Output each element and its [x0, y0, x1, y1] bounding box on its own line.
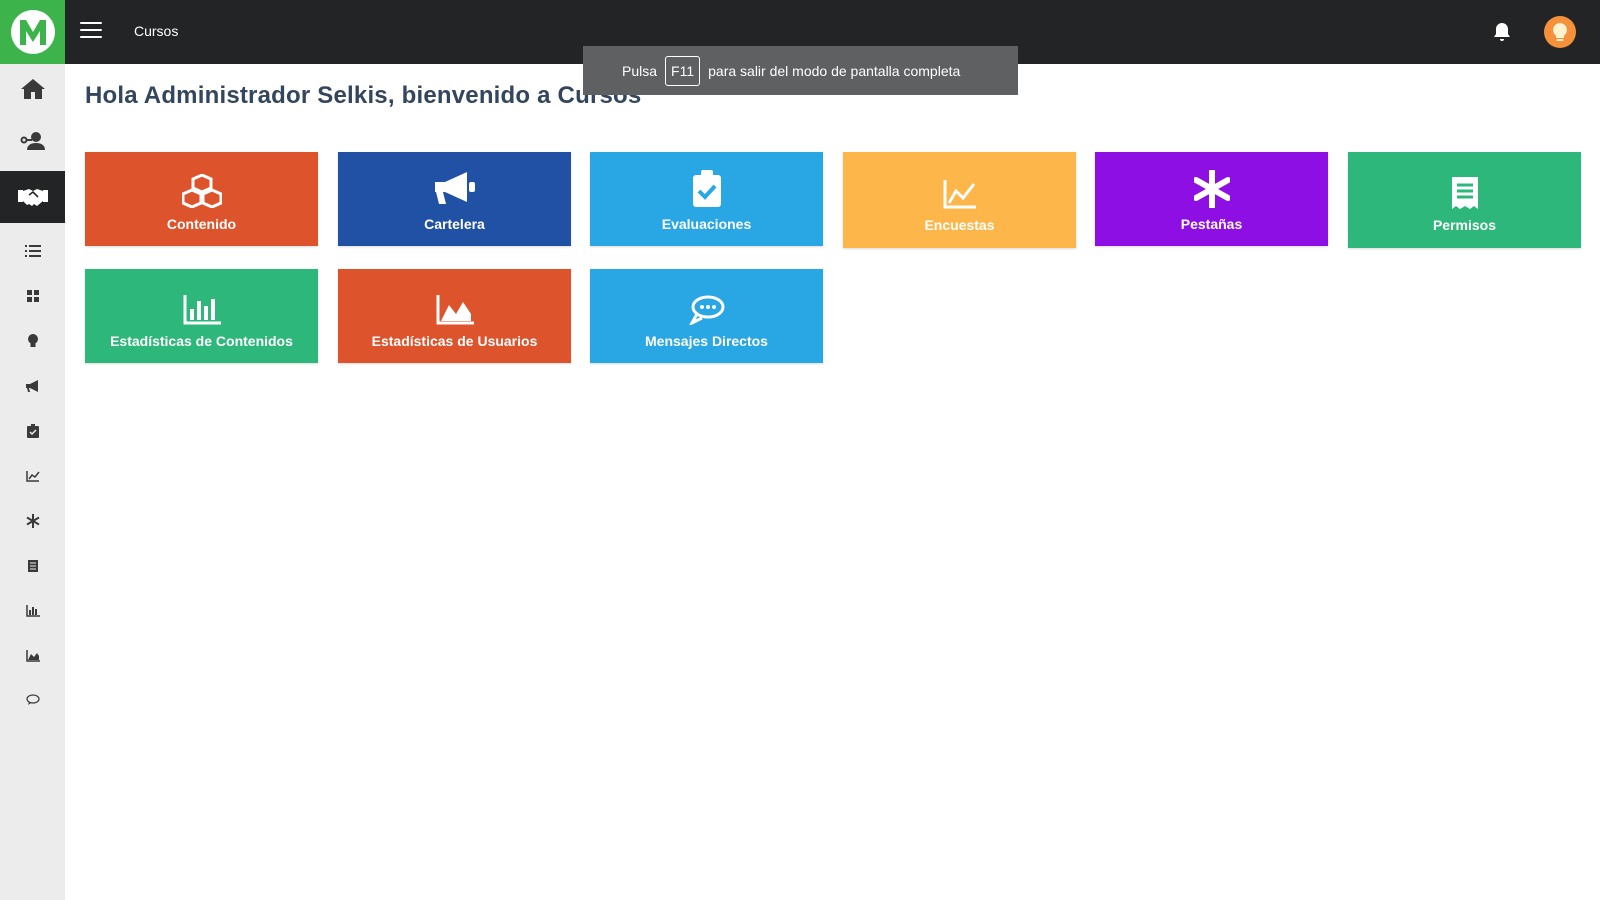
- chart-line-icon: [943, 180, 976, 209]
- tile-label: Pestañas: [1180, 216, 1243, 232]
- tile-encuestas[interactable]: Encuestas: [843, 152, 1076, 248]
- tile-label: Estadísticas de Contenidos: [110, 333, 293, 349]
- toast-suffix: para salir del modo de pantalla completa: [708, 62, 961, 79]
- tile-cartelera[interactable]: Cartelera: [338, 152, 571, 246]
- user-avatar[interactable]: [1544, 16, 1576, 48]
- tile-estadisticas-usuarios[interactable]: Estadísticas de Usuarios: [338, 269, 571, 363]
- tile-label: Permisos: [1432, 217, 1497, 233]
- toast-key: F11: [665, 55, 701, 86]
- menu-toggle-button[interactable]: [80, 22, 102, 42]
- chart-line-icon: [25, 471, 40, 482]
- sidebar-item-content-stats[interactable]: [0, 591, 65, 631]
- sidebar-item-permissions[interactable]: [0, 546, 65, 586]
- receipt-icon: [27, 560, 38, 572]
- sidebar-item-surveys[interactable]: [0, 456, 65, 496]
- bell-icon[interactable]: [1490, 20, 1514, 44]
- asterisk-icon: [1193, 170, 1230, 208]
- welcome-heading: Hola Administrador Selkis, bienvenido a …: [85, 82, 642, 109]
- cubes-icon: [181, 174, 222, 208]
- tile-label: Cartelera: [424, 216, 485, 232]
- sidebar-item-evaluations[interactable]: [0, 411, 65, 451]
- tile-permisos[interactable]: Permisos: [1348, 152, 1581, 248]
- clipboard-check-icon: [26, 424, 39, 438]
- asterisk-icon: [25, 514, 40, 528]
- tile-evaluaciones[interactable]: Evaluaciones: [590, 152, 823, 246]
- sidebar-item-ideas[interactable]: [0, 321, 65, 361]
- fullscreen-exit-toast: Pulsa F11 para salir del modo de pantall…: [583, 46, 1018, 95]
- app-logo[interactable]: [0, 0, 65, 64]
- sidebar-item-billboard[interactable]: [0, 366, 65, 406]
- sidebar-item-user-stats[interactable]: [0, 636, 65, 676]
- logo-m-icon: [10, 10, 55, 54]
- megaphone-icon: [434, 172, 475, 204]
- home-icon: [20, 79, 45, 99]
- sidebar-item-tabs[interactable]: [0, 501, 65, 541]
- lightbulb-icon: [1553, 23, 1567, 41]
- sidebar: [0, 64, 65, 900]
- list-icon: [24, 245, 41, 257]
- megaphone-icon: [25, 380, 38, 392]
- toast-prefix: Pulsa: [622, 62, 658, 79]
- tile-mensajes-directos[interactable]: Mensajes Directos: [590, 269, 823, 363]
- sidebar-item-courses[interactable]: [0, 171, 65, 223]
- sidebar-item-list[interactable]: [0, 231, 65, 271]
- user-key-icon: [20, 132, 45, 150]
- tile-label: Estadísticas de Usuarios: [371, 333, 538, 349]
- handshake-icon: [17, 189, 48, 206]
- tile-label: Contenido: [166, 216, 237, 232]
- page-title: Cursos: [134, 23, 179, 39]
- area-chart-icon: [436, 295, 474, 325]
- chat-icon: [25, 694, 40, 705]
- bar-chart-icon: [183, 295, 221, 325]
- sidebar-item-content[interactable]: [0, 276, 65, 316]
- lightbulb-icon: [27, 334, 38, 347]
- cubes-icon: [26, 290, 39, 302]
- receipt-icon: [1451, 177, 1478, 209]
- chat-icon: [688, 295, 724, 325]
- tile-contenido[interactable]: Contenido: [85, 152, 318, 246]
- sidebar-item-messages[interactable]: [0, 680, 65, 720]
- tile-label: Mensajes Directos: [645, 333, 768, 349]
- sidebar-item-users[interactable]: [0, 120, 65, 162]
- bar-chart-icon: [25, 605, 40, 617]
- clipboard-check-icon: [692, 170, 721, 207]
- tile-estadisticas-contenidos[interactable]: Estadísticas de Contenidos: [85, 269, 318, 363]
- area-chart-icon: [25, 650, 40, 662]
- tile-pestanas[interactable]: Pestañas: [1095, 152, 1328, 246]
- tile-label: Evaluaciones: [661, 216, 752, 232]
- tile-label: Encuestas: [924, 217, 995, 233]
- sidebar-item-home[interactable]: [0, 68, 65, 110]
